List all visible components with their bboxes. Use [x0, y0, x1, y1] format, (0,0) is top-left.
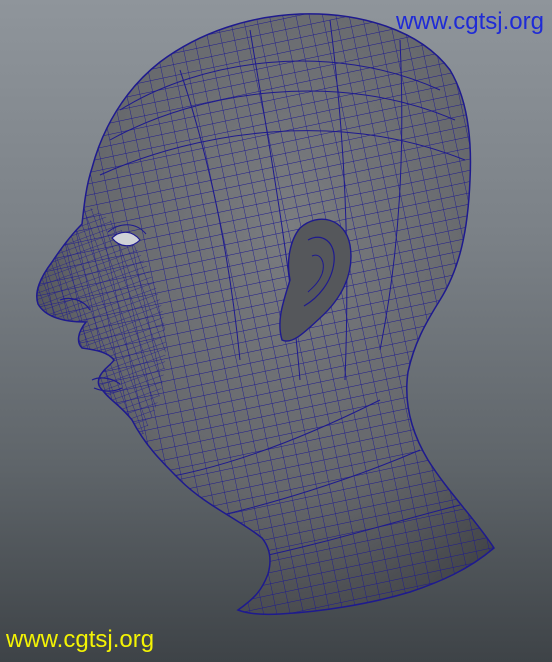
watermark-top: www.cgtsj.org	[395, 8, 544, 35]
watermark-bottom: www.cgtsj.org	[6, 626, 155, 653]
head-mesh-model	[36, 13, 495, 616]
viewport[interactable]: www.cgtsj.org www.cgtsj.org	[0, 0, 552, 662]
